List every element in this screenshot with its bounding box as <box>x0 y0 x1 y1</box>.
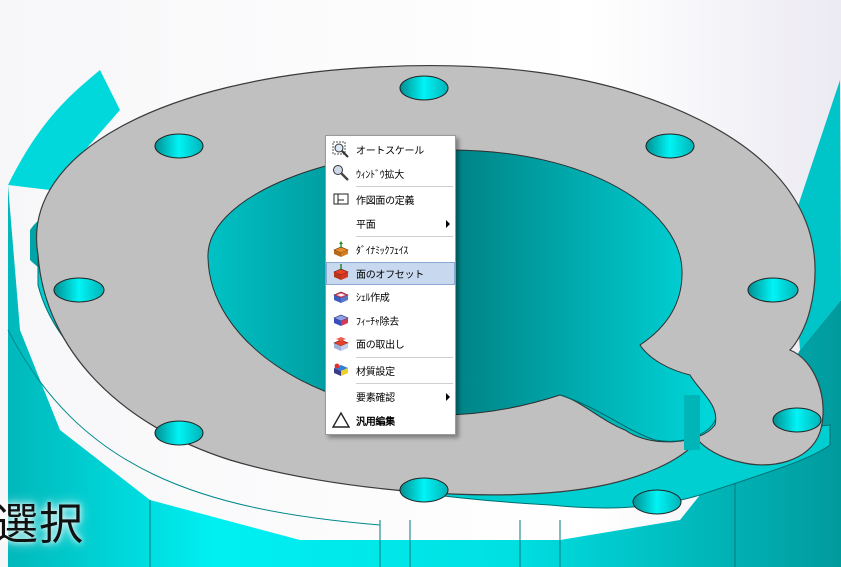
menu-separator <box>356 383 453 384</box>
menu-item-label: 面のオフセット <box>356 269 424 281</box>
material-setting-icon <box>330 361 352 379</box>
menu-item-label: 面の取出し <box>356 340 405 352</box>
menu-item-label: 作図面の定義 <box>356 196 415 208</box>
menu-item-general-edit[interactable]: 汎用編集 <box>326 409 455 433</box>
menu-item-material-setting[interactable]: 材質設定 <box>326 359 455 383</box>
dynamic-face-icon <box>330 240 352 259</box>
menu-item-label: ｼｪﾙ作成 <box>356 293 390 305</box>
shell-create-icon <box>330 288 352 306</box>
menu-item-label: ﾌｨｰﾁｬ除去 <box>356 316 399 328</box>
menu-item-feature-remove[interactable]: ﾌｨｰﾁｬ除去 <box>326 309 455 333</box>
menu-item-auto-scale[interactable]: オートスケール <box>326 138 455 162</box>
face-offset-icon <box>330 264 352 282</box>
window-zoom-icon <box>330 164 352 182</box>
element-check-icon <box>330 388 352 406</box>
context-menu: オートスケール ｳｨﾝﾄﾞｳ拡大 作図面の定義 平面 ﾀﾞｲﾅﾐｯｸﾌｪｲｽ 面… <box>325 135 456 435</box>
menu-separator <box>356 356 453 358</box>
menu-separator <box>356 236 453 237</box>
menu-item-label: 材質設定 <box>356 366 395 378</box>
menu-item-dynamic-face[interactable]: ﾀﾞｲﾅﾐｯｸﾌｪｲｽ <box>326 238 455 262</box>
menu-item-label: ｳｨﾝﾄﾞｳ拡大 <box>356 169 404 181</box>
face-extract-icon <box>330 335 352 353</box>
feature-remove-icon <box>330 311 352 329</box>
menu-item-face-extract[interactable]: 面の取出し <box>326 332 455 356</box>
menu-separator <box>356 186 453 187</box>
menu-item-label: 平面 <box>356 219 376 231</box>
plane-icon <box>330 214 352 232</box>
define-workplane-icon <box>330 191 352 209</box>
submenu-arrow-icon <box>446 219 450 228</box>
menu-item-label: 要素確認 <box>356 393 395 405</box>
menu-item-label: ﾀﾞｲﾅﾐｯｸﾌｪｲｽ <box>356 246 409 258</box>
menu-item-label: オートスケール <box>356 146 424 158</box>
menu-item-window-zoom[interactable]: ｳｨﾝﾄﾞｳ拡大 <box>326 162 455 186</box>
menu-item-label: 汎用編集 <box>356 416 395 428</box>
select-caption: 選択 <box>0 499 84 550</box>
menu-item-define-workplane[interactable]: 作図面の定義 <box>326 188 455 212</box>
submenu-arrow-icon <box>446 393 450 401</box>
menu-item-face-offset[interactable]: 面のオフセット <box>326 261 455 285</box>
auto-scale-icon <box>330 141 352 159</box>
general-edit-icon <box>330 411 352 429</box>
menu-item-element-check[interactable]: 要素確認 <box>326 385 455 409</box>
menu-item-shell-create[interactable]: ｼｪﾙ作成 <box>326 285 455 309</box>
menu-item-plane[interactable]: 平面 <box>326 212 455 236</box>
